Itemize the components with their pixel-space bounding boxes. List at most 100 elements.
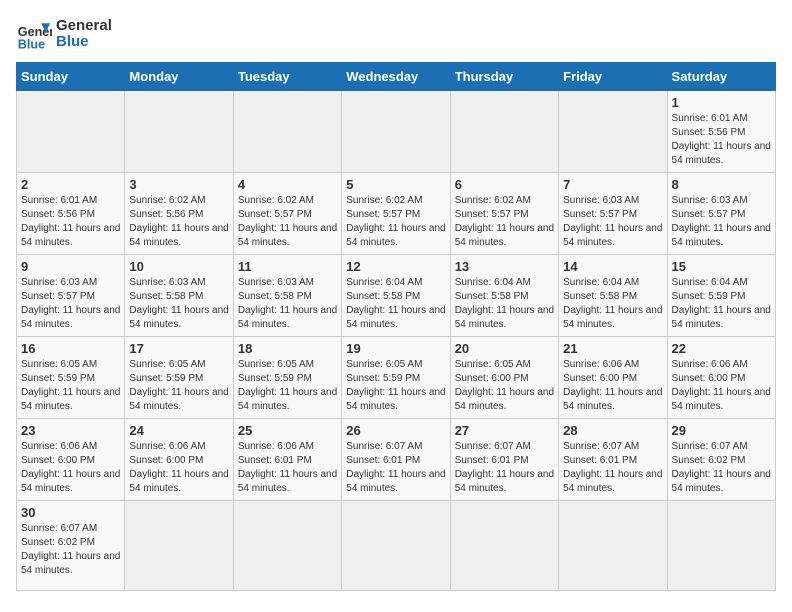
header-day-sunday: Sunday xyxy=(17,63,125,91)
calendar-cell: 12 Sunrise: 6:04 AM Sunset: 5:58 PM Dayli… xyxy=(342,255,450,337)
day-info: Sunrise: 6:01 AM Sunset: 5:56 PM Dayligh… xyxy=(672,112,771,168)
day-number: 16 xyxy=(21,341,120,356)
day-number: 17 xyxy=(129,341,228,356)
day-info: Sunrise: 6:03 AM Sunset: 5:57 PM Dayligh… xyxy=(21,276,120,332)
day-info: Sunrise: 6:06 AM Sunset: 6:00 PM Dayligh… xyxy=(21,440,120,496)
day-number: 23 xyxy=(21,423,120,438)
day-number: 5 xyxy=(346,177,445,192)
day-number: 15 xyxy=(672,259,771,274)
header-row: SundayMondayTuesdayWednesdayThursdayFrid… xyxy=(17,63,776,91)
day-info: Sunrise: 6:02 AM Sunset: 5:57 PM Dayligh… xyxy=(455,194,554,250)
logo-label-general: General xyxy=(56,18,112,35)
calendar-cell: 11 Sunrise: 6:03 AM Sunset: 5:58 PM Dayli… xyxy=(233,255,341,337)
header-day-thursday: Thursday xyxy=(450,63,558,91)
day-info: Sunrise: 6:06 AM Sunset: 6:00 PM Dayligh… xyxy=(129,440,228,496)
header-day-saturday: Saturday xyxy=(667,63,775,91)
day-number: 9 xyxy=(21,259,120,274)
day-info: Sunrise: 6:07 AM Sunset: 6:01 PM Dayligh… xyxy=(455,440,554,496)
calendar-cell: 8Sunrise: 6:03 AM Sunset: 5:57 PM Daylig… xyxy=(667,173,775,255)
calendar-cell: 2 Sunrise: 6:01 AM Sunset: 5:56 PM Daylig… xyxy=(17,173,125,255)
day-info: Sunrise: 6:03 AM Sunset: 5:58 PM Dayligh… xyxy=(129,276,228,332)
calendar-cell xyxy=(125,91,233,173)
day-number: 3 xyxy=(129,177,228,192)
calendar-cell: 17 Sunrise: 6:05 AM Sunset: 5:59 PM Dayli… xyxy=(125,337,233,419)
day-info: Sunrise: 6:06 AM Sunset: 6:00 PM Dayligh… xyxy=(563,358,662,414)
day-number: 8 xyxy=(672,177,771,192)
calendar-cell xyxy=(342,91,450,173)
calendar-cell: 29 Sunrise: 6:07 AM Sunset: 6:02 PM Dayli… xyxy=(667,419,775,501)
calendar-cell: 21 Sunrise: 6:06 AM Sunset: 6:00 PM Dayli… xyxy=(559,337,667,419)
day-number: 26 xyxy=(346,423,445,438)
day-info: Sunrise: 6:04 AM Sunset: 5:58 PM Dayligh… xyxy=(346,276,445,332)
day-number: 1 xyxy=(672,95,771,110)
calendar-cell xyxy=(450,501,558,591)
header-day-friday: Friday xyxy=(559,63,667,91)
day-info: Sunrise: 6:03 AM Sunset: 5:58 PM Dayligh… xyxy=(238,276,337,332)
day-number: 18 xyxy=(238,341,337,356)
day-number: 20 xyxy=(455,341,554,356)
day-info: Sunrise: 6:05 AM Sunset: 6:00 PM Dayligh… xyxy=(455,358,554,414)
calendar-cell: 16 Sunrise: 6:05 AM Sunset: 5:59 PM Dayli… xyxy=(17,337,125,419)
calendar-table: SundayMondayTuesdayWednesdayThursdayFrid… xyxy=(16,62,776,591)
calendar-cell: 14 Sunrise: 6:04 AM Sunset: 5:58 PM Dayli… xyxy=(559,255,667,337)
day-number: 25 xyxy=(238,423,337,438)
header-day-tuesday: Tuesday xyxy=(233,63,341,91)
day-info: Sunrise: 6:07 AM Sunset: 6:02 PM Dayligh… xyxy=(672,440,771,496)
header-day-wednesday: Wednesday xyxy=(342,63,450,91)
day-number: 14 xyxy=(563,259,662,274)
day-info: Sunrise: 6:07 AM Sunset: 6:01 PM Dayligh… xyxy=(346,440,445,496)
day-info: Sunrise: 6:05 AM Sunset: 5:59 PM Dayligh… xyxy=(129,358,228,414)
day-info: Sunrise: 6:02 AM Sunset: 5:57 PM Dayligh… xyxy=(238,194,337,250)
calendar-cell: 6Sunrise: 6:02 AM Sunset: 5:57 PM Daylig… xyxy=(450,173,558,255)
day-number: 13 xyxy=(455,259,554,274)
day-number: 28 xyxy=(563,423,662,438)
day-number: 19 xyxy=(346,341,445,356)
calendar-cell: 13 Sunrise: 6:04 AM Sunset: 5:58 PM Dayli… xyxy=(450,255,558,337)
header-day-monday: Monday xyxy=(125,63,233,91)
calendar-cell: 18 Sunrise: 6:05 AM Sunset: 5:59 PM Dayli… xyxy=(233,337,341,419)
calendar-cell xyxy=(17,91,125,173)
calendar-week-5: 23 Sunrise: 6:06 AM Sunset: 6:00 PM Dayli… xyxy=(17,419,776,501)
day-info: Sunrise: 6:03 AM Sunset: 5:57 PM Dayligh… xyxy=(563,194,662,250)
day-number: 2 xyxy=(21,177,120,192)
calendar-cell: 3Sunrise: 6:02 AM Sunset: 5:56 PM Daylig… xyxy=(125,173,233,255)
calendar-cell: 26 Sunrise: 6:07 AM Sunset: 6:01 PM Dayli… xyxy=(342,419,450,501)
calendar-cell: 24Sunrise: 6:06 AM Sunset: 6:00 PM Dayli… xyxy=(125,419,233,501)
day-number: 22 xyxy=(672,341,771,356)
day-number: 12 xyxy=(346,259,445,274)
calendar-cell: 28 Sunrise: 6:07 AM Sunset: 6:01 PM Dayli… xyxy=(559,419,667,501)
calendar-week-6: 30Sunrise: 6:07 AM Sunset: 6:02 PM Dayli… xyxy=(17,501,776,591)
day-info: Sunrise: 6:01 AM Sunset: 5:56 PM Dayligh… xyxy=(21,194,120,250)
day-info: Sunrise: 6:04 AM Sunset: 5:58 PM Dayligh… xyxy=(563,276,662,332)
calendar-cell: 27 Sunrise: 6:07 AM Sunset: 6:01 PM Dayli… xyxy=(450,419,558,501)
day-info: Sunrise: 6:02 AM Sunset: 5:57 PM Dayligh… xyxy=(346,194,445,250)
calendar-cell xyxy=(559,501,667,591)
day-number: 10 xyxy=(129,259,228,274)
day-info: Sunrise: 6:05 AM Sunset: 5:59 PM Dayligh… xyxy=(346,358,445,414)
calendar-cell xyxy=(450,91,558,173)
day-info: Sunrise: 6:06 AM Sunset: 6:01 PM Dayligh… xyxy=(238,440,337,496)
logo-label-blue: Blue xyxy=(56,34,112,51)
calendar-cell: 15 Sunrise: 6:04 AM Sunset: 5:59 PM Dayli… xyxy=(667,255,775,337)
calendar-cell: 19 Sunrise: 6:05 AM Sunset: 5:59 PM Dayli… xyxy=(342,337,450,419)
day-info: Sunrise: 6:04 AM Sunset: 5:58 PM Dayligh… xyxy=(455,276,554,332)
day-number: 21 xyxy=(563,341,662,356)
calendar-cell xyxy=(667,501,775,591)
day-number: 27 xyxy=(455,423,554,438)
calendar-cell: 4 Sunrise: 6:02 AM Sunset: 5:57 PM Daylig… xyxy=(233,173,341,255)
day-number: 11 xyxy=(238,259,337,274)
calendar-cell: 1 Sunrise: 6:01 AM Sunset: 5:56 PM Daylig… xyxy=(667,91,775,173)
day-number: 29 xyxy=(672,423,771,438)
calendar-cell: 20 Sunrise: 6:05 AM Sunset: 6:00 PM Dayli… xyxy=(450,337,558,419)
calendar-cell xyxy=(233,91,341,173)
day-info: Sunrise: 6:05 AM Sunset: 5:59 PM Dayligh… xyxy=(238,358,337,414)
day-number: 7 xyxy=(563,177,662,192)
calendar-cell: 22Sunrise: 6:06 AM Sunset: 6:00 PM Dayli… xyxy=(667,337,775,419)
day-number: 4 xyxy=(238,177,337,192)
day-info: Sunrise: 6:07 AM Sunset: 6:02 PM Dayligh… xyxy=(21,522,120,578)
day-info: Sunrise: 6:05 AM Sunset: 5:59 PM Dayligh… xyxy=(21,358,120,414)
calendar-cell: 9 Sunrise: 6:03 AM Sunset: 5:57 PM Daylig… xyxy=(17,255,125,337)
day-info: Sunrise: 6:04 AM Sunset: 5:59 PM Dayligh… xyxy=(672,276,771,332)
day-info: Sunrise: 6:07 AM Sunset: 6:01 PM Dayligh… xyxy=(563,440,662,496)
calendar-week-4: 16 Sunrise: 6:05 AM Sunset: 5:59 PM Dayli… xyxy=(17,337,776,419)
